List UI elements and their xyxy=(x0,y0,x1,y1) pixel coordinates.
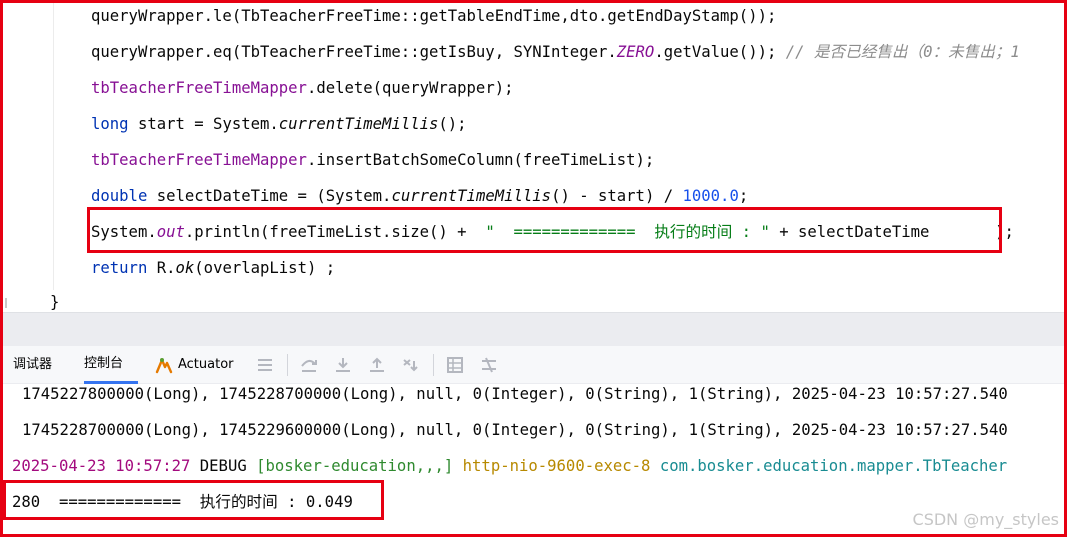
code-token: tbTeacherFreeTimeMapper xyxy=(91,151,307,169)
log-thread: http-nio-9600-exec-8 xyxy=(453,457,660,475)
code-token: .getValue()); xyxy=(654,43,786,61)
console-line: 1745228700000(Long), 1745229600000(Long)… xyxy=(22,421,1008,439)
log-level: DEBUG xyxy=(190,457,257,475)
actuator-icon xyxy=(155,357,173,373)
toolbar-separator xyxy=(433,354,434,376)
code-token: out xyxy=(156,223,185,241)
code-token: long xyxy=(91,115,129,133)
tab-actuator[interactable]: Actuator xyxy=(154,346,234,384)
console-line: 1745227800000(Long), 1745228700000(Long)… xyxy=(22,385,1008,403)
code-token: .println(freeTimeList.size() + xyxy=(184,223,486,241)
code-line: double selectDateTime = (System.currentT… xyxy=(91,178,748,214)
code-token: .insertBatchSomeColumn(freeTimeList); xyxy=(306,151,655,169)
code-line: tbTeacherFreeTimeMapper.insertBatchSomeC… xyxy=(91,142,654,178)
code-line: tbTeacherFreeTimeMapper.delete(queryWrap… xyxy=(91,70,513,106)
code-token: ok xyxy=(175,259,195,277)
code-line: queryWrapper.le(TbTeacherFreeTime::getTa… xyxy=(91,0,776,34)
log-timestamp: 2025-04-23 10:57:27 xyxy=(12,457,191,475)
code-token: ZERO xyxy=(616,43,655,61)
code-token: () - start) / xyxy=(551,187,683,205)
code-token: currentTimeMillis xyxy=(391,187,552,205)
code-token: tbTeacherFreeTimeMapper xyxy=(91,79,307,97)
gutter-marker xyxy=(5,298,7,308)
code-token: queryWrapper.eq(TbTeacherFreeTime::getIs… xyxy=(91,43,617,61)
log-app: [bosker-education,,,] xyxy=(256,457,454,475)
code-token: double xyxy=(91,187,148,205)
code-token: " ============= 执行的时间 : " xyxy=(485,223,770,241)
menu-icon[interactable] xyxy=(255,355,275,375)
code-line: return R.ok(overlapList) ; xyxy=(91,250,335,286)
code-token: start = System. xyxy=(128,115,279,133)
code-line: System.out.println(freeTimeList.size() +… xyxy=(91,214,1014,250)
tab-actuator-label: Actuator xyxy=(178,357,234,372)
code-line: long start = System.currentTimeMillis(); xyxy=(91,106,467,142)
tab-debugger[interactable]: 调试器 xyxy=(13,346,52,384)
log-line: 2025-04-23 10:57:27 DEBUG [bosker-educat… xyxy=(12,448,1007,484)
log-class: com.bosker.education.mapper.TbTeacher xyxy=(659,457,1008,475)
code-token: selectDateTime = (System. xyxy=(147,187,392,205)
watermark: CSDN @my_styles xyxy=(912,510,1059,529)
console-output[interactable]: 1745227800000(Long), 1745228700000(Long)… xyxy=(0,384,1067,537)
tab-console[interactable]: 控制台 xyxy=(84,346,138,384)
step-out-icon[interactable] xyxy=(367,355,387,375)
code-token: (overlapList) ; xyxy=(194,259,336,277)
output-line: 280 ============= 执行的时间 : 0.049 xyxy=(12,493,353,511)
debug-toolbar: 调试器 控制台 Actuator xyxy=(0,346,1067,384)
code-token: // 是否已经售出（0：未售出；1 xyxy=(785,43,1020,61)
code-token: 1000.0 xyxy=(682,187,739,205)
code-token: currentTimeMillis xyxy=(278,115,439,133)
indent-guide xyxy=(53,0,54,290)
step-into-icon[interactable] xyxy=(333,355,353,375)
code-token: System. xyxy=(91,223,157,241)
code-token: R. xyxy=(147,259,176,277)
code-token: + selectDateTime ); xyxy=(769,223,1014,241)
settings-icon[interactable] xyxy=(479,355,499,375)
code-token: .delete(queryWrapper); xyxy=(306,79,514,97)
code-token: return xyxy=(91,259,148,277)
code-editor[interactable]: queryWrapper.le(TbTeacherFreeTime::getTa… xyxy=(0,0,1067,312)
code-token: ; xyxy=(738,187,749,205)
toolbar-separator xyxy=(287,354,288,376)
code-token: (); xyxy=(438,115,467,133)
code-line: queryWrapper.eq(TbTeacherFreeTime::getIs… xyxy=(91,34,1020,70)
step-over-icon[interactable] xyxy=(299,355,319,375)
code-token: queryWrapper.le(TbTeacherFreeTime::getTa… xyxy=(91,7,777,25)
run-to-cursor-icon[interactable] xyxy=(401,355,421,375)
closing-brace: } xyxy=(50,293,60,311)
tool-window-divider[interactable] xyxy=(0,312,1067,346)
table-icon[interactable] xyxy=(445,355,465,375)
